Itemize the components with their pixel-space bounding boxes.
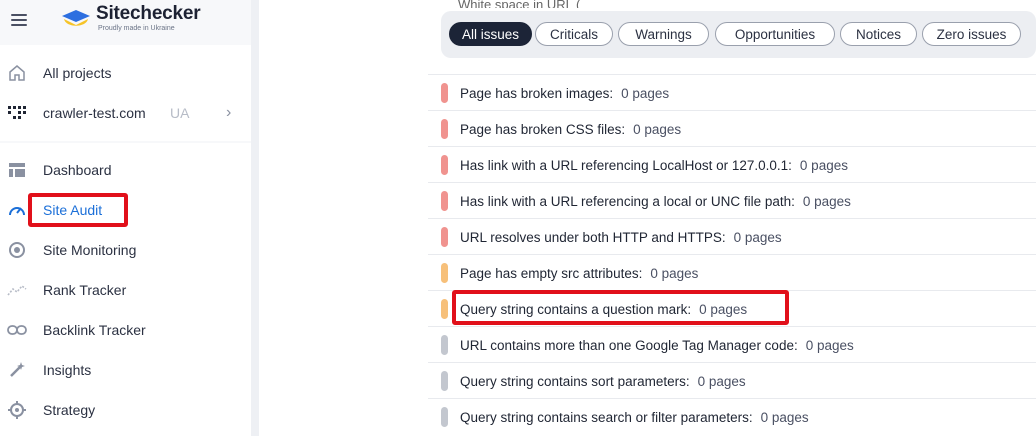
filter-zero-issues[interactable]: Zero issues: [922, 22, 1021, 46]
issue-count[interactable]: 0 pages: [800, 158, 848, 173]
issue-count[interactable]: 0 pages: [806, 338, 854, 353]
issue-label[interactable]: Page has broken CSS files:: [460, 122, 625, 137]
issue-row[interactable]: Page has broken CSS files: 0 pages: [428, 110, 1036, 146]
issue-label[interactable]: Query string contains sort parameters:: [460, 374, 690, 389]
issue-row[interactable]: URL resolves under both HTTP and HTTPS: 0…: [428, 218, 1036, 254]
logo-icon: [60, 6, 92, 32]
severity-indicator: [441, 191, 448, 211]
issue-row[interactable]: Page has empty src attributes: 0 pages: [428, 254, 1036, 290]
filter-notices[interactable]: Notices: [840, 22, 917, 46]
project-card: All projects crawler-test.com UA ›: [0, 45, 251, 141]
sidebar-item-label: Site Monitoring: [43, 242, 137, 258]
issue-filter-bar: All issues Criticals Warnings Opportunit…: [441, 11, 1036, 58]
sidebar-item-label: Dashboard: [43, 162, 112, 178]
cut-off-issue-text: White space in URL (: [458, 0, 581, 8]
issue-row[interactable]: Query string contains sort parameters: 0 …: [428, 362, 1036, 398]
issue-label[interactable]: Page has broken images:: [460, 86, 613, 101]
severity-indicator: [441, 227, 448, 247]
issues-panel: White space in URL ( All issues Critical…: [408, 0, 1036, 436]
issue-row[interactable]: Has link with a URL referencing LocalHos…: [428, 146, 1036, 182]
filter-opportunities[interactable]: Opportunities: [715, 22, 835, 46]
sidebar-item-strategy[interactable]: Strategy: [0, 392, 251, 428]
sidebar-item-all-projects[interactable]: All projects: [0, 55, 251, 91]
home-icon: [7, 63, 27, 83]
sidebar-topbar: Sitechecker Proudly made in Ukraine: [0, 0, 251, 44]
trend-icon: [7, 280, 27, 300]
brand-title: Sitechecker: [96, 3, 201, 24]
issue-row[interactable]: Query string contains search or filter p…: [428, 398, 1036, 434]
issue-row[interactable]: URL contains more than one Google Tag Ma…: [428, 326, 1036, 362]
sidebar-item-rank-tracker[interactable]: Rank Tracker: [0, 272, 251, 308]
target-icon: [7, 400, 27, 420]
brand-logo[interactable]: Sitechecker Proudly made in Ukraine: [60, 3, 201, 33]
project-region-badge: UA: [170, 105, 190, 121]
sidebar: Sitechecker Proudly made in Ukraine All …: [0, 0, 251, 436]
chevron-right-icon[interactable]: ›: [226, 104, 231, 122]
filter-warnings[interactable]: Warnings: [618, 22, 709, 46]
filter-criticals[interactable]: Criticals: [535, 22, 613, 46]
sidebar-item-dashboard[interactable]: Dashboard: [0, 152, 251, 188]
issue-count[interactable]: 0 pages: [698, 374, 746, 389]
issue-label[interactable]: URL resolves under both HTTP and HTTPS:: [460, 230, 726, 245]
issue-label[interactable]: Has link with a URL referencing LocalHos…: [460, 158, 792, 173]
filter-all-issues[interactable]: All issues: [449, 22, 532, 46]
issue-count[interactable]: 0 pages: [650, 266, 698, 281]
project-grid-icon: [7, 103, 27, 123]
issue-count[interactable]: 0 pages: [761, 410, 809, 425]
issue-label[interactable]: Page has empty src attributes:: [460, 266, 642, 281]
project-name: crawler-test.com: [43, 105, 146, 121]
menu-icon[interactable]: [11, 14, 27, 26]
magic-wand-icon: [7, 360, 27, 380]
site-audit-highlight: [28, 193, 128, 227]
issue-label[interactable]: Query string contains search or filter p…: [460, 410, 753, 425]
link-icon: [7, 320, 27, 340]
sidebar-item-backlink-tracker[interactable]: Backlink Tracker: [0, 312, 251, 348]
issue-count[interactable]: 0 pages: [621, 86, 669, 101]
sidebar-item-project[interactable]: crawler-test.com UA ›: [0, 95, 251, 131]
issue-row[interactable]: Page has broken images: 0 pages: [428, 74, 1036, 110]
monitoring-icon: [7, 240, 27, 260]
gauge-icon: [7, 200, 27, 220]
severity-indicator: [441, 119, 448, 139]
dashboard-icon: [7, 160, 27, 180]
brand-subtitle: Proudly made in Ukraine: [98, 25, 175, 32]
severity-indicator: [441, 335, 448, 355]
severity-indicator: [441, 83, 448, 103]
severity-indicator: [441, 407, 448, 427]
issue-count[interactable]: 0 pages: [734, 230, 782, 245]
sidebar-item-label: Rank Tracker: [43, 282, 127, 298]
severity-indicator: [441, 299, 448, 319]
main-nav: Dashboard Site Audit Site Monitoring Ran…: [0, 143, 251, 436]
sidebar-item-insights[interactable]: Insights: [0, 352, 251, 388]
sidebar-item-label: All projects: [43, 65, 112, 81]
issue-label[interactable]: Has link with a URL referencing a local …: [460, 194, 795, 209]
secondary-panel: [259, 0, 408, 436]
severity-indicator: [441, 155, 448, 175]
issue-count[interactable]: 0 pages: [633, 122, 681, 137]
sidebar-item-label: Insights: [43, 362, 92, 378]
sidebar-item-label: Backlink Tracker: [43, 322, 146, 338]
issue-label[interactable]: URL contains more than one Google Tag Ma…: [460, 338, 798, 353]
severity-indicator: [441, 263, 448, 283]
issue-highlight: [452, 290, 789, 325]
issue-row[interactable]: Has link with a URL referencing a local …: [428, 182, 1036, 218]
severity-indicator: [441, 371, 448, 391]
issue-count[interactable]: 0 pages: [803, 194, 851, 209]
sidebar-item-label: Strategy: [43, 402, 96, 418]
sidebar-item-site-monitoring[interactable]: Site Monitoring: [0, 232, 251, 268]
